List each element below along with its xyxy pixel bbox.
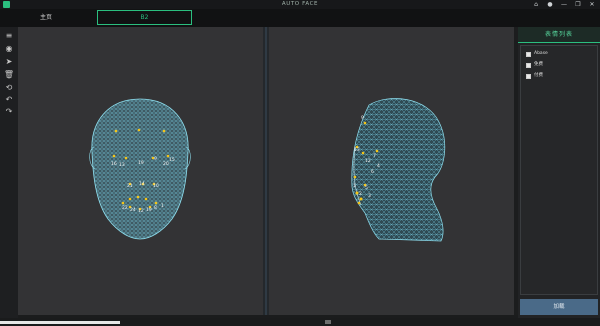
front-face-mesh[interactable]: 16 13 19 9 20 15 21 14 10 22 24 12 19 8 … (18, 27, 263, 315)
redo-icon[interactable]: ↷ (3, 107, 15, 117)
landmark-label: 1 (353, 183, 356, 189)
expression-item-label: 付费 (534, 73, 543, 78)
landmark-label: 22 (122, 205, 128, 211)
landmark-label: 15 (169, 157, 175, 163)
undo-icon[interactable]: ↶ (3, 95, 15, 105)
landmark-label: 8 (154, 205, 157, 211)
side-view-viewport[interactable]: 9 13 7 12 4 6 1 5 2 3 (269, 27, 514, 315)
landmark-label: 20 (163, 161, 169, 167)
title-bar: AUTO FACE ⌂ ● — ❐ ✕ (0, 0, 600, 9)
landmark-label: 21 (127, 183, 133, 189)
landmark-label: 9 (154, 156, 157, 162)
tool-bar: ≡ ◉ ➤ 🗑 ⟲ ↶ ↷ (0, 27, 18, 318)
checkbox[interactable] (526, 51, 531, 57)
user-icon[interactable]: ● (546, 0, 554, 9)
landmark-label: 6 (371, 169, 374, 175)
expression-panel: 表情列表 Abase 免费 付费 加载 (518, 27, 600, 318)
expression-item-paid[interactable]: 付费 (526, 72, 543, 80)
landmark-label: 19 (146, 207, 152, 213)
landmark-label: 12 (365, 158, 371, 164)
landmark-label: 5 (365, 185, 368, 191)
landmark-label: 2 (359, 191, 362, 197)
trash-icon[interactable]: 🗑 (3, 70, 15, 80)
landmark-label: 10 (153, 183, 159, 189)
landmark-label: 9 (361, 115, 364, 121)
landmark-label: 19 (138, 160, 144, 166)
tab-bar: 主页 B2 (0, 9, 600, 27)
expression-list: Abase 免费 付费 (520, 45, 598, 295)
progress-bar (0, 321, 120, 324)
status-indicator (325, 320, 331, 324)
landmark-label: 16 (111, 161, 117, 167)
landmark-label: 7 (373, 153, 376, 159)
target-icon[interactable]: ◉ (3, 44, 15, 54)
landmark-label: 3 (368, 193, 371, 199)
expression-item-label: 免费 (534, 62, 543, 67)
landmark-label: 24 (130, 207, 136, 213)
front-view-viewport[interactable]: 16 13 19 9 20 15 21 14 10 22 24 12 19 8 … (18, 27, 263, 315)
landmark-label: 13 (354, 147, 360, 153)
app-title: AUTO FACE (281, 1, 319, 7)
checkbox[interactable] (526, 73, 531, 79)
landmark-label: 4 (377, 163, 380, 169)
status-bar (0, 318, 600, 326)
close-icon[interactable]: ✕ (588, 0, 596, 9)
expression-panel-title: 表情列表 (518, 27, 600, 43)
pointer-icon[interactable]: ➤ (3, 57, 15, 67)
landmark-label: 12 (138, 208, 144, 214)
load-button[interactable]: 加载 (520, 299, 598, 315)
landmark-label: 13 (119, 162, 125, 168)
landmark-label: 1 (161, 203, 164, 209)
tab-b2[interactable]: B2 (97, 10, 192, 25)
expression-item-free[interactable]: 免费 (526, 61, 543, 69)
side-head-mesh[interactable]: 9 13 7 12 4 6 1 5 2 3 (269, 27, 514, 315)
restore-icon[interactable]: ❐ (574, 0, 582, 9)
menu-icon[interactable]: ≡ (3, 31, 15, 41)
tab-home[interactable]: 主页 (20, 9, 72, 27)
expression-item-label: Abase (534, 51, 548, 56)
history-icon[interactable]: ⟲ (3, 83, 15, 93)
expression-item-abase[interactable]: Abase (526, 50, 548, 58)
home-icon[interactable]: ⌂ (532, 0, 540, 9)
window-controls: ⌂ ● — ❐ ✕ (532, 0, 596, 9)
minimize-icon[interactable]: — (560, 0, 568, 9)
landmark-label: 14 (139, 181, 145, 187)
checkbox[interactable] (526, 62, 531, 68)
